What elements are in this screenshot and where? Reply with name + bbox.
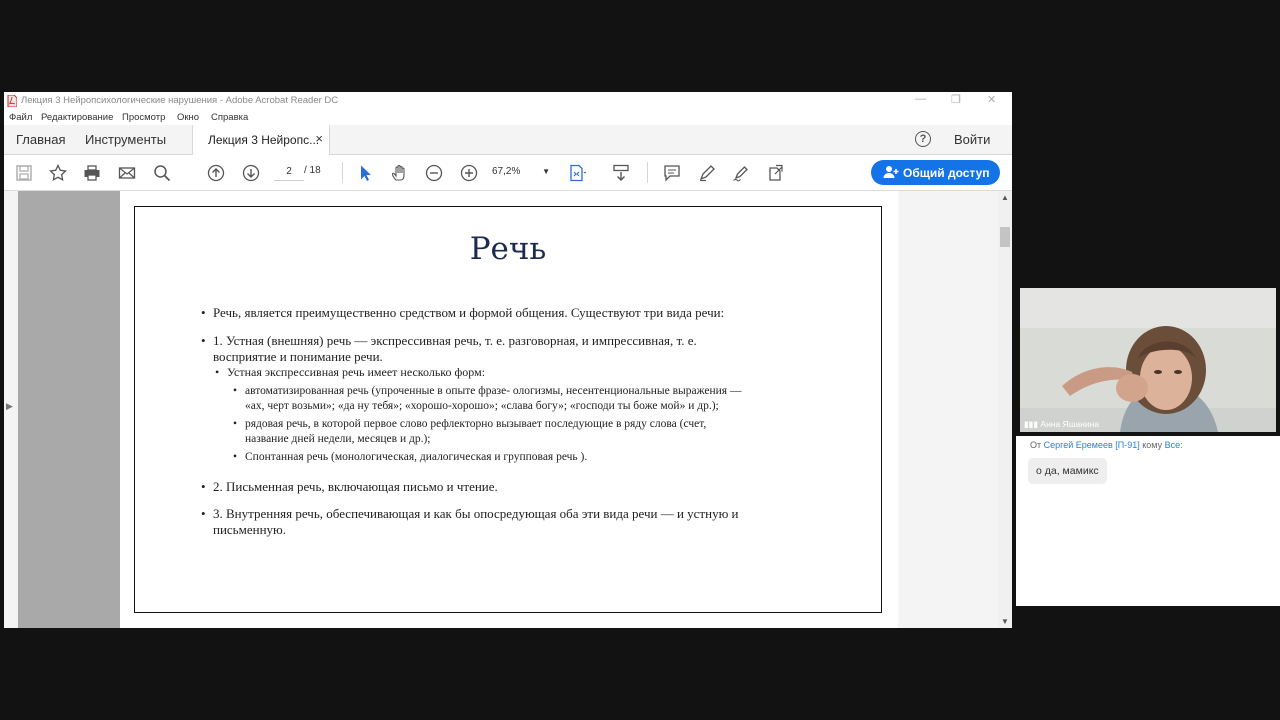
tab-document-label: Лекция 3 Нейропс... bbox=[208, 133, 320, 147]
tab-document[interactable]: Лекция 3 Нейропс... × bbox=[192, 125, 330, 155]
menu-window[interactable]: Окно bbox=[177, 112, 199, 123]
participant-video[interactable]: ▮▮▮ Анна Яшанина bbox=[1020, 288, 1276, 432]
tab-bar: Главная Инструменты Лекция 3 Нейропс... … bbox=[4, 125, 1012, 155]
chat-sender[interactable]: Сергей Еремеев [П-91] bbox=[1044, 440, 1140, 450]
slide-bullet-line: восприятие и понимание речи. bbox=[213, 349, 383, 364]
slide-bullet-item: • 3. Внутренняя речь, обеспечивающая и ка… bbox=[201, 506, 739, 538]
chat-to-label: кому bbox=[1142, 440, 1163, 450]
pdf-app-icon bbox=[7, 95, 17, 107]
slide-bullet-item: • автоматизированная речь (упроченные в о… bbox=[233, 384, 742, 414]
tab-tools[interactable]: Инструменты bbox=[85, 132, 166, 147]
toolbar-divider bbox=[647, 162, 648, 183]
chat-message: о да, мамикс bbox=[1028, 458, 1107, 484]
bullet-dot-icon: • bbox=[201, 305, 206, 320]
toolbar-divider bbox=[342, 162, 343, 183]
help-icon[interactable]: ? bbox=[915, 131, 931, 147]
slide-bullet-line: 1. Устная (внешняя) речь — экспрессивная… bbox=[213, 333, 697, 348]
next-page-icon[interactable] bbox=[242, 164, 260, 182]
menu-view[interactable]: Просмотр bbox=[122, 112, 165, 123]
bullet-dot-icon: • bbox=[201, 479, 206, 494]
slide-bullet-item: • Спонтанная речь (монологическая, диалог… bbox=[233, 450, 588, 465]
slide-bullet-line: Речь, является преимущественно средством… bbox=[213, 305, 725, 320]
share-tools-icon[interactable] bbox=[767, 164, 785, 182]
search-icon[interactable] bbox=[153, 164, 171, 182]
select-cursor-icon[interactable] bbox=[356, 164, 374, 182]
bullet-dot-icon: • bbox=[233, 451, 238, 463]
participant-video-frame bbox=[1020, 288, 1276, 432]
menu-bar: Файл Редактирование Просмотр Окно Справк… bbox=[4, 111, 1012, 125]
slide-bullet-line: автоматизированная речь (упроченные в оп… bbox=[245, 385, 742, 397]
minimize-icon[interactable]: — bbox=[915, 93, 926, 105]
email-icon[interactable] bbox=[118, 164, 136, 182]
page-total: / 18 bbox=[304, 165, 321, 176]
chevron-down-icon: ▼ bbox=[542, 167, 550, 176]
chat-panel: От Сергей Еремеев [П-91] кому Все: о да,… bbox=[1016, 436, 1280, 606]
acrobat-window: Лекция 3 Нейропсихологические нарушения … bbox=[4, 92, 1012, 628]
bullet-dot-icon: • bbox=[201, 333, 206, 348]
slide-bullet-item: • Устная экспрессивная речь имеет несколь… bbox=[215, 365, 486, 380]
scroll-down-icon[interactable]: ▼ bbox=[1001, 617, 1009, 626]
chat-recipient[interactable]: Все: bbox=[1165, 440, 1183, 450]
page-number-input[interactable]: 2 bbox=[274, 164, 304, 181]
toolbar: 2 / 18 67,2% ▼ Общий доступ bbox=[4, 155, 1012, 191]
zoom-select[interactable]: 67,2% ▼ bbox=[492, 164, 552, 180]
slide-bullet-line: Устная экспрессивная речь имеет нескольк… bbox=[227, 365, 486, 379]
fit-page-icon[interactable] bbox=[568, 164, 586, 182]
share-button-label: Общий доступ bbox=[903, 166, 990, 180]
save-icon[interactable] bbox=[15, 164, 33, 182]
add-user-icon bbox=[883, 166, 899, 178]
bullet-dot-icon: • bbox=[201, 506, 206, 521]
slide-bullet-line: 3. Внутренняя речь, обеспечивающая и как… bbox=[213, 506, 739, 521]
share-button[interactable]: Общий доступ bbox=[871, 160, 1000, 185]
slide-bullet-item: • 1. Устная (внешняя) речь — экспрессивна… bbox=[201, 333, 697, 365]
window-title: Лекция 3 Нейропсихологические нарушения … bbox=[21, 95, 339, 106]
comment-icon[interactable] bbox=[663, 164, 681, 182]
chat-message-header: От Сергей Еремеев [П-91] кому Все: bbox=[1030, 440, 1183, 450]
scroll-up-icon[interactable]: ▲ bbox=[1001, 193, 1009, 202]
restore-icon[interactable]: ❐ bbox=[951, 93, 961, 106]
prev-page-icon[interactable] bbox=[207, 164, 225, 182]
zoom-out-icon[interactable] bbox=[425, 164, 443, 182]
zoom-value: 67,2% bbox=[492, 166, 521, 177]
bookmark-star-icon[interactable] bbox=[49, 164, 67, 182]
chat-from-label: От bbox=[1030, 440, 1042, 450]
scroll-thumb[interactable] bbox=[1000, 227, 1010, 247]
sign-icon[interactable] bbox=[732, 164, 750, 182]
menu-help[interactable]: Справка bbox=[211, 112, 248, 123]
slide-bullet-line: «ах, черт возьми»; «да ну тебя»; «хорошо… bbox=[245, 400, 719, 412]
highlight-pen-icon[interactable] bbox=[698, 164, 716, 182]
close-window-icon[interactable]: ✕ bbox=[987, 93, 996, 106]
slide-title: Речь bbox=[469, 231, 547, 267]
signin-link[interactable]: Войти bbox=[954, 132, 990, 147]
slide-bullet-line: Спонтанная речь (монологическая, диалоги… bbox=[245, 451, 588, 463]
bullet-dot-icon: • bbox=[233, 418, 238, 430]
slide-bullet-line: 2. Письменная речь, включающая письмо и … bbox=[213, 479, 498, 494]
document-area[interactable]: ▶ Речь • Речь, является преимущественно с… bbox=[4, 191, 998, 628]
print-icon[interactable] bbox=[83, 164, 101, 182]
scroll-mode-icon[interactable] bbox=[612, 164, 630, 182]
tab-home[interactable]: Главная bbox=[16, 132, 65, 147]
bullet-dot-icon: • bbox=[233, 385, 238, 397]
chevron-right-icon[interactable]: ▶ bbox=[6, 401, 13, 412]
menu-file[interactable]: Файл bbox=[9, 112, 32, 123]
vertical-scrollbar[interactable]: ▲ ▼ bbox=[998, 191, 1012, 628]
close-tab-icon[interactable]: × bbox=[315, 131, 323, 146]
hand-tool-icon[interactable] bbox=[391, 164, 409, 182]
slide-bullet-line: название дней недели, месяцев и др.); bbox=[245, 433, 431, 445]
slide-bullet-item: • Речь, является преимущественно средство… bbox=[201, 305, 725, 321]
pdf-page: Речь • Речь, является преимущественно сре… bbox=[120, 191, 898, 628]
slide-bullet-item: • рядовая речь, в которой первое слово ре… bbox=[233, 417, 707, 447]
slide-bullet-line: рядовая речь, в которой первое слово реф… bbox=[245, 418, 707, 430]
slide-bullet-line: письменную. bbox=[213, 522, 286, 537]
menu-edit[interactable]: Редактирование bbox=[41, 112, 113, 123]
zoom-in-icon[interactable] bbox=[460, 164, 478, 182]
title-bar: Лекция 3 Нейропсихологические нарушения … bbox=[4, 92, 1012, 111]
slide-frame: Речь • Речь, является преимущественно сре… bbox=[134, 206, 882, 613]
bullet-dot-icon: • bbox=[215, 365, 220, 379]
participant-name: ▮▮▮ Анна Яшанина bbox=[1024, 419, 1100, 429]
slide-bullet-item: • 2. Письменная речь, включающая письмо и… bbox=[201, 479, 498, 495]
